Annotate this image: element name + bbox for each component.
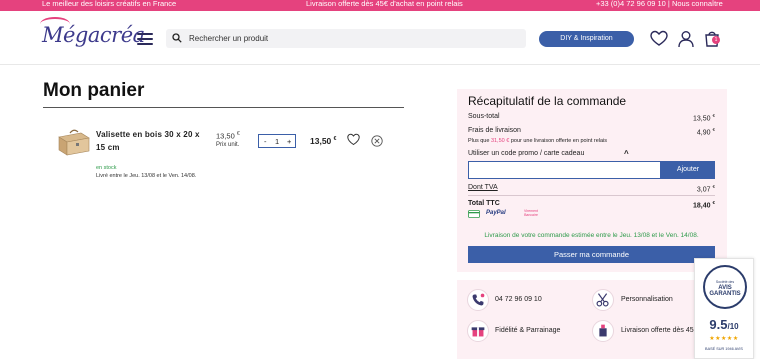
promo-toggle[interactable]: Utiliser un code promo / carte cadeau (468, 150, 584, 157)
avis-score-max: /10 (727, 322, 739, 331)
title-divider (43, 107, 404, 108)
line-total-currency: € (333, 136, 337, 143)
tva-row: Dont TVA (468, 184, 715, 191)
quantity-stepper[interactable]: - 1 + (258, 134, 296, 148)
total-value: 18,40 (693, 202, 711, 210)
line-total-value: 13,50 (310, 136, 332, 146)
site-logo[interactable]: Mégacréa (42, 23, 145, 47)
credit-card-icon (468, 210, 480, 218)
currency-symbol: € (712, 113, 715, 118)
tva-label[interactable]: Dont TVA (468, 184, 498, 191)
unit-price: 13,50 € (216, 131, 240, 141)
search-input[interactable]: Rechercher un produit (189, 34, 268, 43)
stock-status: en stock (96, 165, 117, 171)
remove-item-icon[interactable] (371, 135, 383, 147)
services-panel: 04 72 96 09 10 Personnalisation Fidélité… (457, 280, 697, 359)
product-thumbnail[interactable] (55, 125, 93, 157)
shipping-value: 4,90 (696, 129, 711, 137)
remaining-amount: 31,50 € (490, 138, 510, 144)
avis-based-on: BASÉ SUR 1946 AVIS (705, 347, 743, 351)
gift-icon (467, 320, 489, 342)
avis-seal: Société des AVIS GARANTIS (703, 265, 747, 309)
remaining-prefix: Plus que (468, 138, 490, 144)
total-label: Total TTC (468, 200, 500, 207)
unit-price-label: Prix unit. (216, 142, 240, 148)
promo-topbar: Le meilleur des loisirs créatifs en Fran… (0, 0, 760, 11)
bank-transfer-logo: Virement Bancaire (524, 209, 538, 217)
summary-divider (468, 195, 715, 196)
topbar-tagline: Le meilleur des loisirs créatifs en Fran… (42, 0, 177, 8)
total-row: Total TTC 18,40 € (468, 200, 715, 210)
summary-title: Récapitulatif de la commande (468, 94, 627, 108)
service-loyalty[interactable]: Fidélité & Parrainage (495, 327, 560, 334)
topbar-contact-link[interactable]: +33 (0)4 72 96 09 10 | Nous connaître (596, 0, 723, 8)
subtotal-row: Sous-total 13,50 € (468, 113, 715, 123)
user-icon[interactable] (677, 30, 695, 48)
heart-icon[interactable] (650, 30, 668, 48)
shipping-row: Frais de livraison 4,90 € (468, 127, 715, 137)
topbar-shipping-offer: Livraison offerte dès 45€ d'achat en poi… (306, 0, 463, 8)
promo-code-input[interactable] (468, 161, 661, 179)
site-header: Mégacréa Rechercher un produit DIY & Ins… (0, 11, 760, 65)
qty-decrease-button[interactable]: - (264, 137, 267, 146)
unit-price-value: 13,50 (216, 131, 235, 141)
service-phone[interactable]: 04 72 96 09 10 (495, 296, 542, 303)
order-summary-panel: Récapitulatif de la commande Sous-total … (457, 89, 727, 272)
subtotal-label: Sous-total (468, 113, 500, 120)
tva-value: 3,07 (696, 186, 711, 194)
phone-icon (467, 289, 489, 311)
currency-symbol: € (712, 200, 715, 205)
unit-price-currency: € (236, 131, 240, 137)
chevron-up-icon[interactable]: ^ (624, 149, 629, 158)
avis-score-value: 9.5 (709, 317, 728, 332)
search-icon (172, 33, 182, 43)
avis-seal-main: AVIS GARANTIS (709, 285, 741, 297)
cart-count-badge: 1 (712, 36, 720, 44)
remaining-suffix: pour une livraison offerte en point rela… (510, 138, 608, 144)
checkout-button[interactable]: Passer ma commande (468, 246, 715, 263)
currency-symbol: € (712, 127, 715, 132)
service-free-shipping[interactable]: Livraison offerte dès 45 (621, 327, 694, 334)
scissors-icon (592, 289, 614, 311)
free-shipping-notice: Plus que 31,50 € pour une livraison offe… (468, 138, 607, 144)
diy-inspiration-button[interactable]: DIY & Inspiration (539, 31, 634, 47)
subtotal-value: 13,50 (693, 115, 711, 123)
add-promo-button[interactable]: Ajouter (661, 161, 715, 179)
avis-seal-top: Société des (715, 280, 735, 284)
search-bar[interactable]: Rechercher un produit (166, 29, 526, 48)
package-icon (592, 320, 614, 342)
wishlist-heart-icon[interactable] (347, 133, 360, 146)
page-title: Mon panier (43, 80, 145, 101)
currency-symbol: € (712, 184, 715, 189)
shipping-label: Frais de livraison (468, 127, 521, 134)
avis-garantis-badge[interactable]: Société des AVIS GARANTIS 9.5/10 ★★★★★ B… (694, 258, 754, 359)
avis-score: 9.5/10 (695, 317, 753, 332)
product-name-link[interactable]: Valisette en bois 30 x 20 x 15 cm (96, 129, 211, 154)
delivery-estimate-summary: Livraison de votre commande estimée entr… (484, 232, 699, 239)
line-total-price: 13,50 € (310, 136, 336, 146)
qty-increase-button[interactable]: + (287, 137, 291, 146)
delivery-estimate: Livré entre le Jeu. 13/08 et le Ven. 14/… (96, 173, 197, 179)
service-personalisation[interactable]: Personnalisation (621, 296, 673, 303)
qty-value[interactable]: 1 (275, 137, 279, 146)
menu-icon[interactable] (137, 33, 153, 48)
avis-stars: ★★★★★ (709, 336, 739, 342)
paypal-logo: PayPal (486, 210, 506, 216)
